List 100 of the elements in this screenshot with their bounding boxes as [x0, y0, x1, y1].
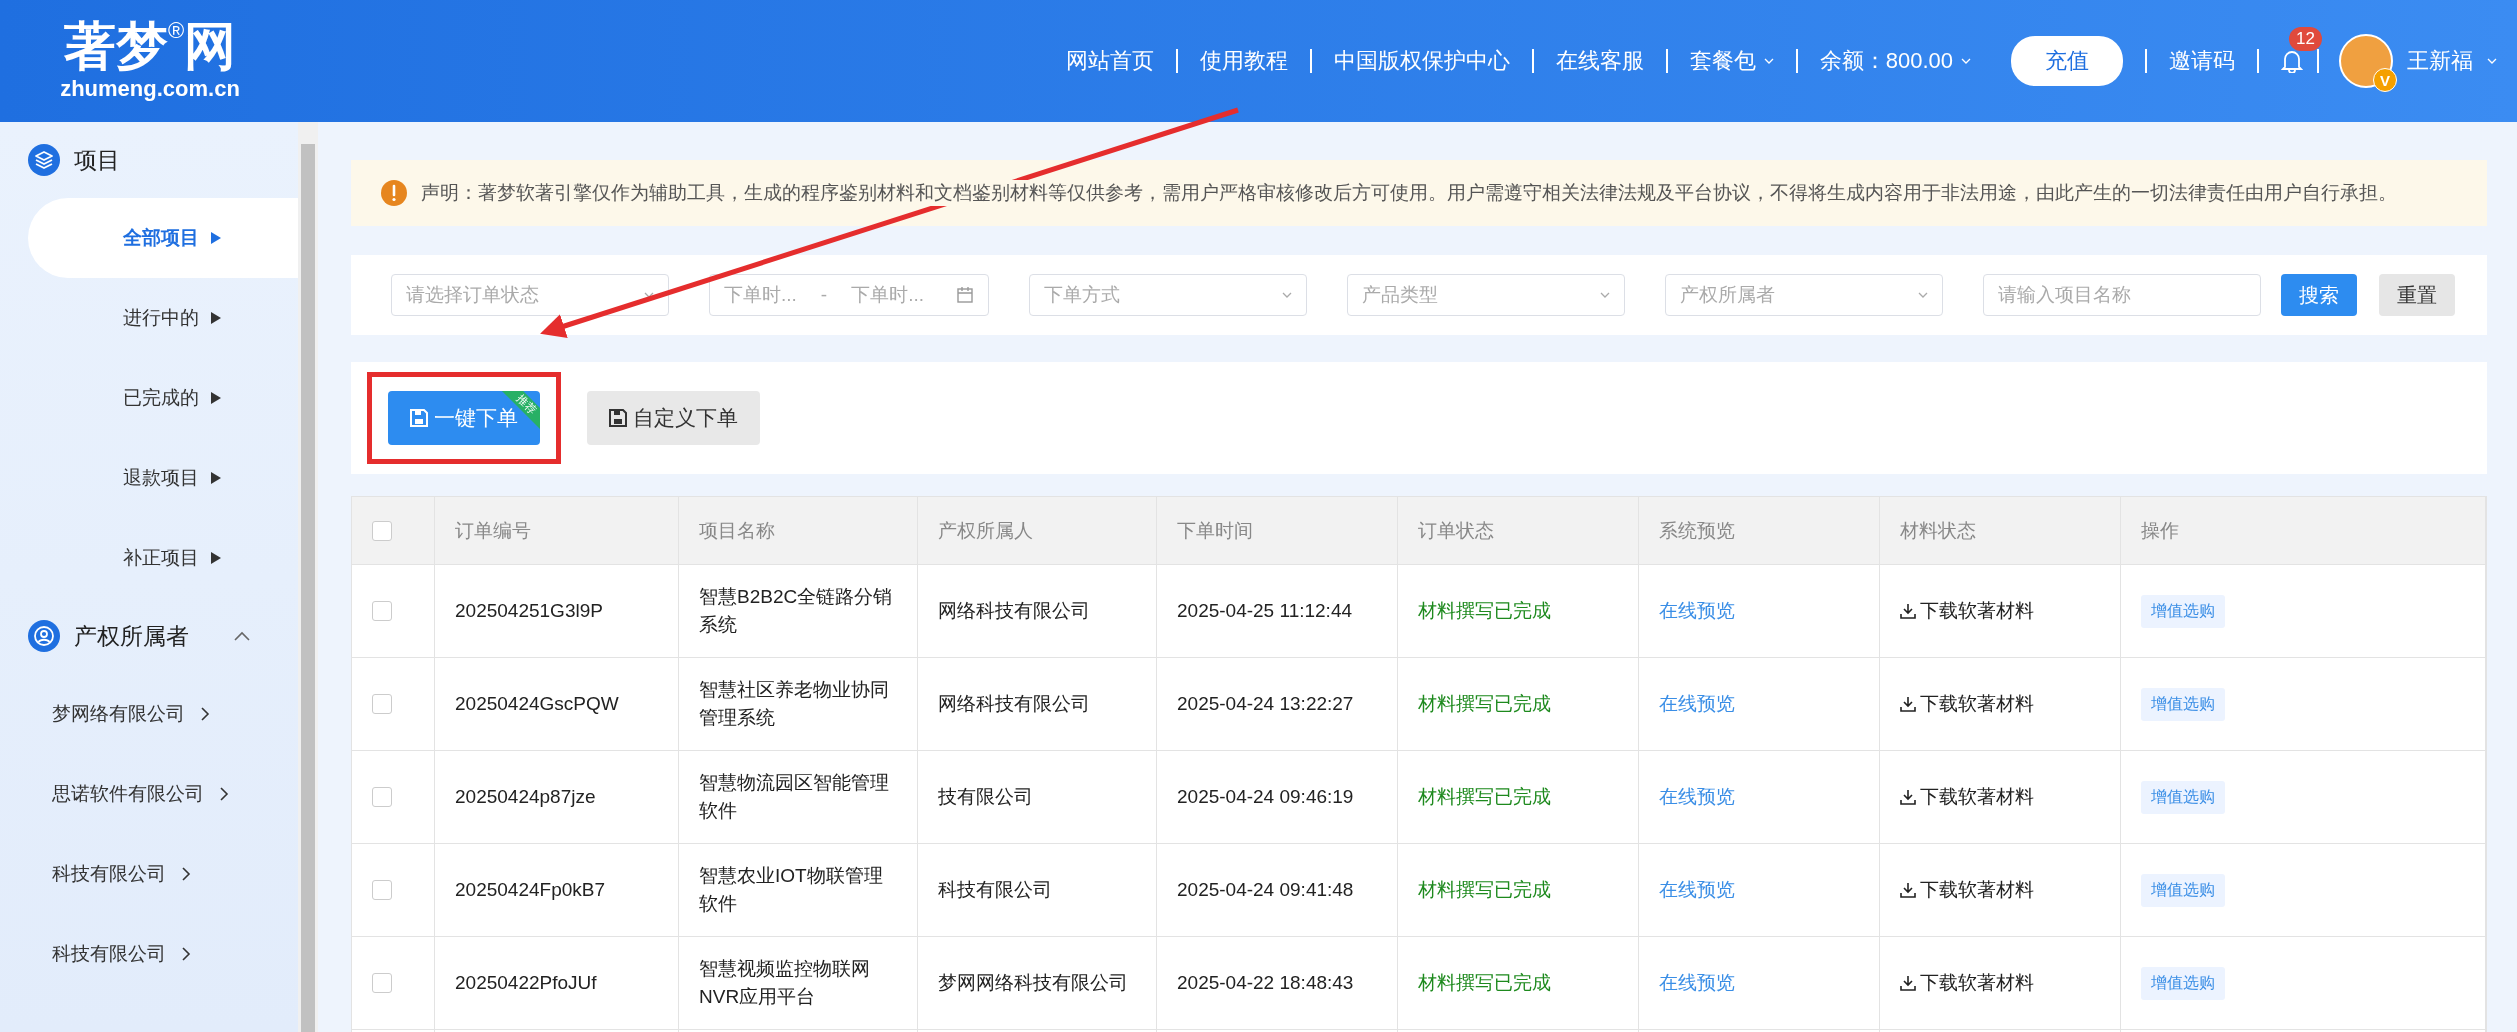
download-link[interactable]: 下载软著材料	[1900, 597, 2034, 625]
order-button[interactable]: 一键下单 推荐	[388, 391, 540, 445]
download-icon	[1900, 696, 1916, 712]
status-text: 材料撰写已完成	[1418, 692, 1551, 717]
upgrade-button[interactable]: 增值选购	[2141, 780, 2225, 814]
upgrade-button[interactable]: 增值选购	[2141, 873, 2225, 907]
nav-link[interactable]: 网站首页	[1065, 46, 1154, 76]
bell-icon[interactable]	[2281, 49, 2303, 73]
upgrade-button[interactable]: 增值选购	[2141, 687, 2225, 721]
nav-link[interactable]: 邀请码	[2169, 46, 2235, 76]
column-header: 系统预览	[1639, 497, 1880, 565]
checkbox[interactable]	[372, 787, 392, 807]
recharge-button[interactable]: 充值	[2011, 36, 2123, 86]
sidebar-item[interactable]: 补正项目	[28, 518, 298, 598]
preview-link[interactable]: 在线预览	[1659, 969, 1735, 997]
nav-link[interactable]: 在线客服	[1555, 46, 1644, 76]
download-icon	[1900, 882, 1916, 898]
select-field[interactable]: 产品类型	[1347, 274, 1625, 316]
preview-link[interactable]: 在线预览	[1659, 783, 1735, 811]
chevron-down-icon	[1961, 58, 1971, 64]
table-cell-text: 科技有限公司	[938, 878, 1052, 903]
chevron-right-icon	[220, 787, 229, 801]
sidebar-item[interactable]: 全部项目	[28, 198, 298, 278]
logo[interactable]: 著梦®网 zhumeng.com.cn	[0, 20, 300, 102]
sidebar-item[interactable]: 退款项目	[28, 438, 298, 518]
column-header: 产权所属人	[918, 497, 1157, 565]
nav-link[interactable]: 中国版权保护中心	[1333, 46, 1510, 76]
owner-item[interactable]: 科技有限公司	[27, 834, 298, 914]
triangle-right-icon	[211, 392, 221, 404]
owner-item[interactable]: 科技有限公司	[27, 914, 298, 994]
chevron-down-icon	[1282, 292, 1292, 298]
search-button[interactable]: 搜索	[2281, 274, 2357, 316]
vip-badge: V	[2373, 68, 2397, 92]
select-field[interactable]: 产权所属者	[1665, 274, 1943, 316]
table-cell-text: 2025-04-22 18:48:43	[1177, 971, 1354, 996]
preview-link[interactable]: 在线预览	[1659, 597, 1735, 625]
scrollbar[interactable]	[298, 122, 318, 1032]
table-cell-text: 技有限公司	[938, 785, 1033, 810]
table-cell-text: 智慧视频监控物联网NVR应用平台	[699, 957, 871, 1009]
column-header: 操作	[2121, 497, 2486, 565]
select-field[interactable]: 请选择订单状态	[391, 274, 669, 316]
chevron-right-icon	[201, 707, 210, 721]
order-button[interactable]: 自定义下单	[587, 391, 760, 445]
user-menu-chevron-icon	[2487, 58, 2497, 64]
table-cell-text: 20250422PfoJUf	[455, 971, 597, 996]
download-link[interactable]: 下载软著材料	[1900, 783, 2034, 811]
layers-icon	[28, 144, 60, 176]
column-header: 下单时间	[1157, 497, 1398, 565]
sidebar-item[interactable]: 进行中的	[28, 278, 298, 358]
checkbox[interactable]	[372, 973, 392, 993]
nav-link[interactable]: 使用教程	[1199, 46, 1288, 76]
triangle-right-icon	[211, 552, 221, 564]
download-icon	[1900, 975, 1916, 991]
reset-button[interactable]: 重置	[2379, 274, 2455, 316]
triangle-right-icon	[211, 232, 221, 244]
preview-link[interactable]: 在线预览	[1659, 690, 1735, 718]
upgrade-button[interactable]: 增值选购	[2141, 966, 2225, 1000]
column-header: 订单状态	[1398, 497, 1639, 565]
section-title[interactable]: 产权所属者	[74, 620, 189, 652]
upgrade-button[interactable]: 增值选购	[2141, 594, 2225, 628]
chevron-down-icon	[1763, 58, 1774, 64]
section-title[interactable]: 项目	[74, 144, 120, 176]
triangle-right-icon	[211, 472, 221, 484]
checkbox[interactable]	[372, 601, 392, 621]
table-cell-text: 智慧物流园区智能管理软件	[699, 771, 890, 823]
chevron-down-icon	[1600, 292, 1610, 298]
status-text: 材料撰写已完成	[1418, 785, 1551, 810]
download-link[interactable]: 下载软著材料	[1900, 876, 2034, 904]
download-link[interactable]: 下载软著材料	[1900, 690, 2034, 718]
save-icon	[609, 409, 627, 427]
table-cell-text: 智慧B2B2C全链路分销系统	[699, 585, 894, 637]
table-cell-text: 2025-04-25 11:12:44	[1177, 599, 1353, 624]
owner-item[interactable]: 思诺软件有限公司	[27, 754, 298, 834]
preview-link[interactable]: 在线预览	[1659, 876, 1735, 904]
nav-dropdown[interactable]: 套餐包	[1689, 46, 1774, 76]
download-icon	[1900, 603, 1916, 619]
date-range-field[interactable]: 下单时... - 下单时...	[709, 274, 989, 316]
checkbox[interactable]	[372, 880, 392, 900]
checkbox[interactable]	[372, 694, 392, 714]
table-cell-text: 2025-04-24 09:46:19	[1177, 785, 1354, 810]
sidebar-item[interactable]: 已完成的	[28, 358, 298, 438]
download-link[interactable]: 下载软著材料	[1900, 969, 2034, 997]
nav-dropdown[interactable]: 余额：800.00	[1819, 46, 1971, 76]
select-field[interactable]: 下单方式	[1029, 274, 1307, 316]
user-name[interactable]: 王新福	[2407, 46, 2473, 76]
table-cell-text: 网络科技有限公司	[938, 692, 1090, 717]
chevron-right-icon	[182, 947, 191, 961]
table-cell-text: 2025-04-24 09:41:48	[1177, 878, 1354, 903]
table-cell-text: 梦网网络科技有限公司	[938, 971, 1128, 996]
table-cell-text: 20250424GscPQW	[455, 692, 619, 717]
table-cell-text: 2025-04-24 13:22:27	[1177, 692, 1354, 717]
column-header: 订单编号	[435, 497, 679, 565]
checkbox[interactable]	[372, 520, 392, 541]
chevron-up-icon[interactable]	[234, 631, 250, 641]
status-text: 材料撰写已完成	[1418, 971, 1551, 996]
owner-item[interactable]: 梦网络有限公司	[27, 674, 298, 754]
warning-icon	[381, 180, 407, 206]
search-field[interactable]: 请输入项目名称	[1983, 274, 2261, 316]
chevron-down-icon	[1918, 292, 1928, 298]
download-icon	[1900, 789, 1916, 805]
